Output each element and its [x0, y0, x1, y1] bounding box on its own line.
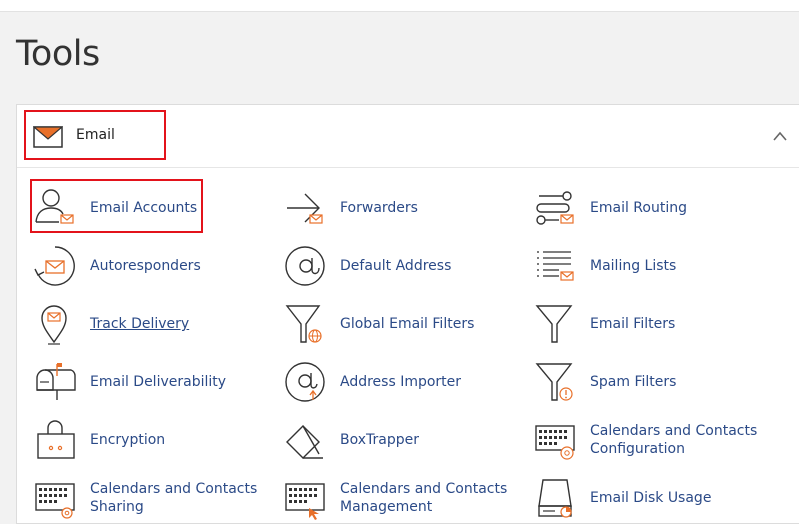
mailbox-icon [36, 363, 76, 400]
tool-email-accounts[interactable]: Email Accounts [33, 186, 283, 230]
tool-encryption[interactable]: Encryption [33, 418, 283, 462]
tool-label: Mailing Lists [590, 258, 677, 274]
tool-label: Email Filters [590, 316, 676, 332]
tool-label: Email Routing [590, 200, 687, 216]
box-trap-icon [286, 425, 323, 459]
calendar-at-icon [535, 425, 575, 460]
autoresponder-icon [34, 246, 75, 286]
tool-address-importer[interactable]: Address Importer [283, 360, 533, 404]
funnel-icon [535, 305, 573, 343]
tool-global-email-filters[interactable]: Global Email Filters [283, 302, 533, 346]
tool-calendars-contacts-sharing[interactable]: Calendars and Contacts Sharing [33, 476, 283, 520]
envelope-icon [33, 126, 63, 148]
tool-default-address[interactable]: Default Address [283, 244, 533, 288]
tool-email-deliverability[interactable]: Email Deliverability [33, 360, 283, 404]
tool-label: Email Deliverability [90, 374, 227, 390]
tool-label: Spam Filters [590, 374, 677, 390]
tool-email-filters[interactable]: Email Filters [533, 302, 783, 346]
tool-boxtrapper[interactable]: BoxTrapper [283, 418, 533, 462]
chevron-up-icon[interactable] [773, 131, 787, 141]
tool-label: Email Disk Usage [590, 490, 712, 506]
tool-label: Address Importer [340, 374, 462, 390]
tool-label: Email Accounts [90, 200, 198, 216]
tool-calendars-contacts-management[interactable]: Calendars and Contacts Management [283, 476, 533, 520]
tool-label: BoxTrapper [340, 432, 419, 448]
top-bar [0, 0, 799, 12]
tool-label: Global Email Filters [340, 316, 475, 332]
tool-label: Autoresponders [90, 258, 201, 274]
at-sign-icon [285, 246, 325, 286]
calendar-arrow-icon [285, 483, 325, 520]
at-import-icon [285, 362, 325, 402]
tool-mailing-lists[interactable]: Mailing Lists [533, 244, 783, 288]
email-section-title: Email [76, 127, 115, 143]
tool-autoresponders[interactable]: Autoresponders [33, 244, 283, 288]
tool-email-routing[interactable]: Email Routing [533, 186, 783, 230]
user-email-icon [35, 189, 74, 224]
tool-forwarders[interactable]: Forwarders [283, 186, 533, 230]
routing-icon [536, 191, 574, 225]
forward-arrow-icon [287, 193, 323, 224]
tool-spam-filters[interactable]: Spam Filters [533, 360, 783, 404]
funnel-globe-icon [285, 305, 322, 343]
tool-label: Default Address [340, 258, 452, 274]
tool-label: Calendars and Contacts Management [340, 481, 508, 515]
email-panel: Email Email Accounts Forwarders Email Ro… [16, 104, 799, 524]
tool-email-disk-usage[interactable]: Email Disk Usage [533, 476, 783, 520]
tool-label: Calendars and Contacts Sharing [90, 481, 258, 515]
tool-label: Track Delivery [90, 316, 190, 332]
email-panel-header[interactable]: Email [17, 105, 799, 168]
tool-label: Calendars and Contacts Configuration [590, 423, 758, 457]
lock-box-icon [37, 420, 75, 459]
tool-label: Forwarders [340, 200, 418, 216]
calendar-gear-icon [35, 483, 75, 519]
tool-calendars-contacts-configuration[interactable]: Calendars and Contacts Configuration [533, 418, 783, 462]
mailing-list-icon [537, 251, 574, 281]
funnel-warning-icon [535, 363, 573, 401]
disk-usage-icon [538, 479, 572, 518]
tool-track-delivery[interactable]: Track Delivery [33, 302, 283, 346]
map-pin-email-icon [41, 305, 67, 345]
tool-label: Encryption [90, 432, 166, 448]
page-title: Tools [16, 34, 100, 74]
